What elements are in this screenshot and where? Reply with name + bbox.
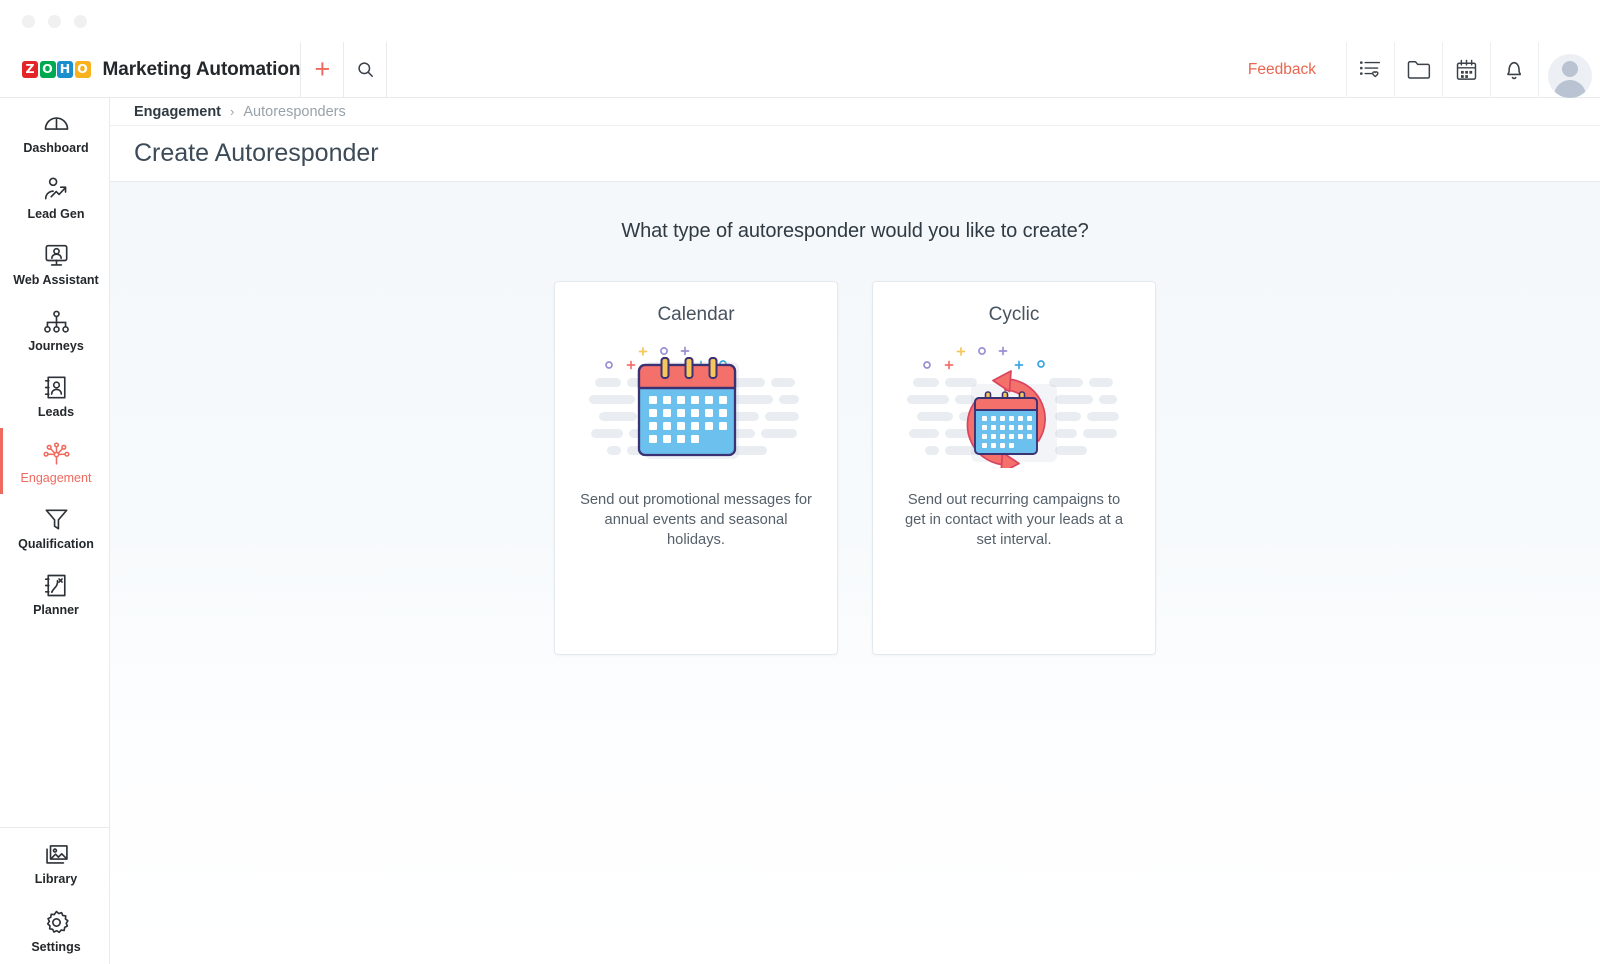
avatar	[1547, 53, 1592, 98]
sidebar-label-engagement: Engagement	[20, 470, 92, 485]
favorites-list-button[interactable]	[1346, 41, 1394, 98]
page-title: Create Autoresponder	[134, 139, 379, 167]
sidebar-label-journeys: Journeys	[28, 338, 84, 353]
window-maximize-dot[interactable]	[74, 14, 87, 28]
plus-icon: +	[314, 54, 331, 84]
topbar-divider-3	[386, 41, 388, 98]
logo-letter-o2: O	[74, 61, 91, 78]
card-calendar-description: Send out promotional messages for annual…	[580, 492, 812, 548]
contact-card-icon	[44, 376, 66, 399]
breadcrumb-parent[interactable]: Engagement	[134, 104, 221, 120]
network-nodes-icon	[42, 441, 70, 465]
page-title-bar: Create Autoresponder	[110, 126, 1600, 182]
sidebar-item-settings[interactable]: Settings	[0, 896, 109, 964]
sidebar-item-dashboard[interactable]: Dashboard	[0, 98, 109, 164]
window-minimize-dot[interactable]	[48, 14, 61, 28]
folder-button[interactable]	[1394, 41, 1442, 98]
folder-icon	[1407, 61, 1430, 79]
calendar-illustration-svg	[589, 346, 799, 459]
calendar-icon	[1456, 59, 1477, 80]
monitor-person-icon	[44, 244, 68, 266]
top-bar: Z O H O Marketing Automation + Feedback	[0, 41, 1600, 98]
person-growth-icon	[44, 177, 66, 200]
sidebar-label-settings: Settings	[31, 940, 81, 954]
sidebar-item-qualification[interactable]: Qualification	[0, 494, 109, 560]
sidebar-item-lead-gen[interactable]: Lead Gen	[0, 164, 109, 230]
logo-letter-o1: O	[39, 61, 56, 78]
sidebar-item-leads[interactable]: Leads	[0, 362, 109, 428]
planner-book-icon	[44, 574, 66, 597]
add-button[interactable]: +	[301, 42, 343, 98]
sidebar-label-lead-gen: Lead Gen	[27, 207, 85, 221]
card-cyclic[interactable]: Cyclic Send out recurring campaigns to g…	[872, 281, 1156, 655]
funnel-icon	[44, 509, 68, 530]
window-close-dot[interactable]	[22, 14, 35, 28]
gear-icon	[46, 910, 69, 934]
breadcrumb-current: Autoresponders	[243, 103, 346, 120]
zoho-logo-icon: Z O H O	[22, 61, 91, 78]
sidebar-label-qualification: Qualification	[18, 537, 94, 551]
cyclic-calendar-illustration	[899, 338, 1129, 474]
breadcrumb: Engagement › Autoresponders	[110, 98, 1600, 126]
card-cyclic-title: Cyclic	[988, 304, 1040, 325]
window-chrome	[0, 0, 1600, 42]
cyclic-illustration-svg	[907, 346, 1119, 474]
question-text: What type of autoresponder would you lik…	[621, 220, 1089, 242]
sidebar-label-dashboard: Dashboard	[23, 140, 89, 155]
calendar-illustration	[581, 338, 811, 468]
sidebar-bottom-group: Library Settings	[0, 827, 109, 964]
bell-icon	[1506, 61, 1521, 80]
search-button[interactable]	[344, 42, 386, 98]
sidebar-label-leads: Leads	[37, 405, 75, 419]
list-favorites-icon	[1359, 61, 1381, 78]
app-title: Marketing Automation	[102, 58, 301, 80]
chevron-right-icon: ›	[230, 104, 235, 119]
notifications-button[interactable]	[1490, 41, 1538, 98]
brand-area[interactable]: Z O H O Marketing Automation	[0, 42, 300, 97]
logo-letter-z: Z	[22, 61, 38, 78]
sidebar-label-web-assistant: Web Assistant	[13, 273, 99, 287]
user-avatar-button[interactable]	[1538, 41, 1600, 98]
content-area: What type of autoresponder would you lik…	[110, 182, 1600, 964]
autoresponder-type-cards: Calendar Send out promotional messages f…	[110, 281, 1600, 655]
sidebar-item-journeys[interactable]: Journeys	[0, 296, 109, 362]
sidebar: Dashboard Lead Gen Web Assistant Journey…	[0, 98, 110, 964]
card-calendar-title: Calendar	[657, 304, 735, 325]
main-area: Engagement › Autoresponders Create Autor…	[110, 98, 1600, 964]
search-icon	[358, 62, 373, 77]
sidebar-item-web-assistant[interactable]: Web Assistant	[0, 230, 109, 296]
topbar-right-group: Feedback	[1218, 41, 1600, 98]
speedometer-icon	[44, 116, 68, 130]
sidebar-item-library[interactable]: Library	[0, 828, 109, 896]
hierarchy-icon	[43, 310, 69, 333]
sidebar-label-planner: Planner	[33, 603, 79, 617]
feedback-link[interactable]: Feedback	[1218, 61, 1346, 79]
sidebar-item-planner[interactable]: Planner	[0, 560, 109, 626]
card-calendar[interactable]: Calendar Send out promotional messages f…	[554, 281, 838, 655]
sidebar-label-library: Library	[34, 871, 78, 886]
card-cyclic-description: Send out recurring campaigns to get in c…	[905, 492, 1123, 548]
images-icon	[45, 844, 68, 864]
logo-letter-h: H	[57, 61, 73, 78]
calendar-button[interactable]	[1442, 41, 1490, 98]
sidebar-item-engagement[interactable]: Engagement	[0, 428, 109, 494]
